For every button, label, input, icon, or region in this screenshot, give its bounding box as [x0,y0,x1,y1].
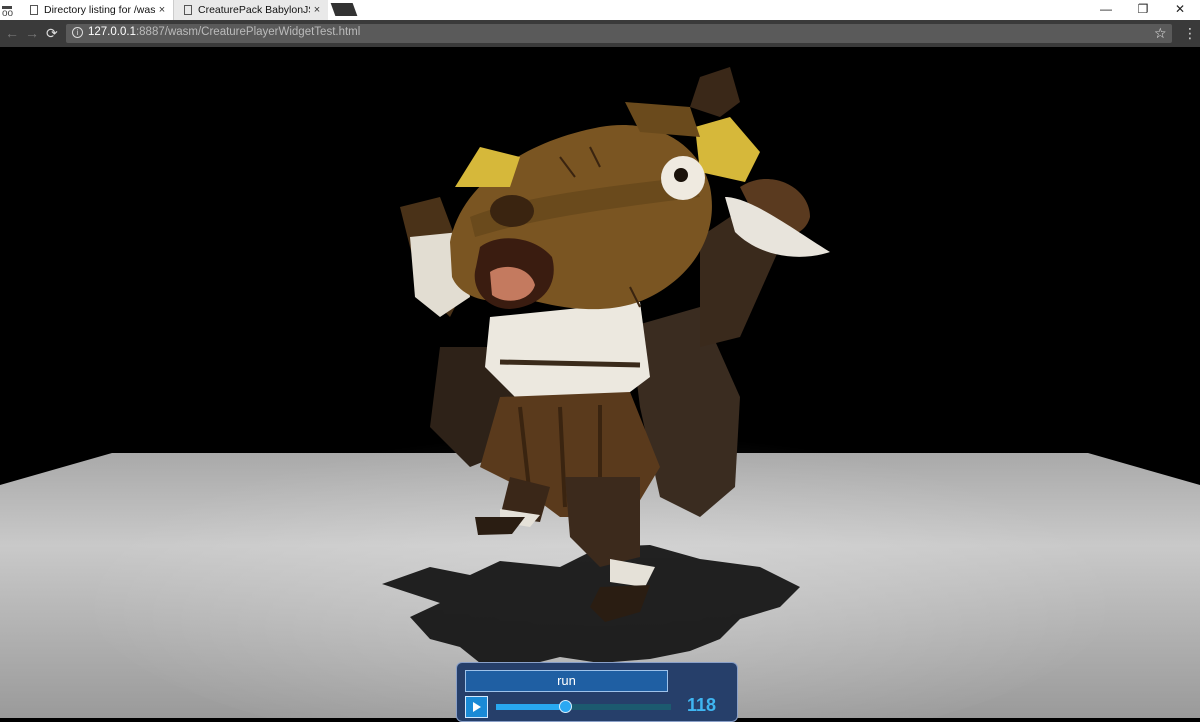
tab-creaturepack[interactable]: CreaturePack BabylonJS WebGL × [174,0,328,20]
play-button[interactable] [465,696,488,718]
page-icon [30,5,38,15]
timeline-fill [496,704,566,710]
tab-strip: ▬ oo Directory listing for /wasm × Creatu… [0,0,1200,20]
animation-select-button[interactable]: run [465,670,668,692]
browser-menu-icon[interactable]: ⋮ [1183,24,1197,42]
url-host: 127.0.0.1 [88,26,136,38]
info-icon[interactable]: i [72,27,83,38]
timeline-slider[interactable] [496,700,671,713]
frame-counter: 118 [687,695,717,715]
page-icon [184,5,192,15]
webgl-canvas[interactable] [0,47,1200,718]
creature-character [400,67,830,622]
reload-button[interactable]: ⟳ [46,24,58,42]
restore-button[interactable]: ❐ [1124,0,1162,20]
tab-close-icon[interactable]: × [310,4,324,16]
close-window-button[interactable]: ✕ [1161,0,1199,20]
play-icon [473,702,481,712]
minimize-button[interactable]: — [1087,0,1125,20]
back-button[interactable]: ← [5,24,19,42]
tab-title: Directory listing for /wasm [44,4,155,16]
bookmark-star-icon[interactable]: ☆ [1154,24,1167,42]
tab-directory-listing[interactable]: Directory listing for /wasm × [20,0,174,20]
url-text: 127.0.0.1:8887/wasm/CreaturePlayerWidget… [88,26,360,38]
forward-button[interactable]: → [25,24,39,42]
new-tab-button[interactable] [330,3,358,16]
url-path: :8887/wasm/CreaturePlayerWidgetTest.html [135,26,361,38]
creature-player-widget: run 118 [456,662,738,722]
address-bar[interactable]: i 127.0.0.1:8887/wasm/CreaturePlayerWidg… [66,24,1172,43]
tab-title: CreaturePack BabylonJS WebGL [198,4,310,16]
timeline-thumb[interactable] [559,700,572,713]
tab-close-icon[interactable]: × [155,4,169,16]
incognito-icon[interactable]: ▬ oo [2,2,14,19]
